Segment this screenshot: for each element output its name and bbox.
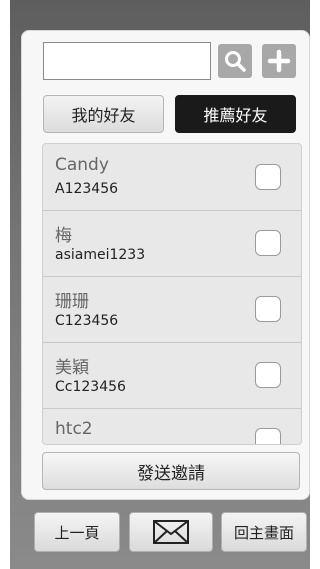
friend-name: 珊珊 — [55, 292, 89, 312]
friend-checkbox[interactable] — [255, 164, 281, 190]
friend-name: 美穎 — [55, 358, 89, 378]
friend-id: A123456 — [55, 181, 119, 197]
home-screen-button[interactable]: 回主畫面 — [221, 512, 307, 552]
friend-name: htc2 — [55, 419, 93, 439]
previous-page-button[interactable]: 上一頁 — [34, 512, 120, 552]
friend-checkbox[interactable] — [255, 296, 281, 322]
search-button[interactable] — [218, 44, 252, 78]
search-input[interactable] — [43, 42, 211, 80]
mail-button[interactable] — [129, 512, 213, 552]
friend-list[interactable]: Candy A123456 梅 asiamei1233 珊珊 C123456 美… — [42, 143, 302, 445]
friend-list-item[interactable]: 美穎 Cc123456 — [43, 342, 301, 409]
friend-checkbox[interactable] — [255, 428, 281, 444]
plus-icon — [267, 49, 291, 73]
friend-id: asiamei1233 — [55, 247, 146, 263]
friend-list-item[interactable]: 梅 asiamei1233 — [43, 210, 301, 277]
tab-my-friends[interactable]: 我的好友 — [43, 95, 164, 133]
friend-checkbox[interactable] — [255, 230, 281, 256]
search-icon — [225, 51, 246, 72]
friend-id: Cc123456 — [55, 379, 126, 395]
friend-name: Candy — [55, 155, 109, 175]
add-friend-button[interactable] — [262, 44, 296, 78]
envelope-icon — [153, 520, 189, 544]
tab-recommended-friends[interactable]: 推薦好友 — [175, 95, 296, 133]
friend-list-item[interactable]: 珊珊 C123456 — [43, 276, 301, 343]
friend-list-item[interactable]: htc2 — [43, 408, 301, 444]
friend-checkbox[interactable] — [255, 362, 281, 388]
friend-list-item[interactable]: Candy A123456 — [43, 144, 301, 211]
friend-name: 梅 — [55, 226, 72, 246]
friend-id: C123456 — [55, 313, 119, 329]
send-invite-button[interactable]: 發送邀請 — [42, 452, 300, 490]
